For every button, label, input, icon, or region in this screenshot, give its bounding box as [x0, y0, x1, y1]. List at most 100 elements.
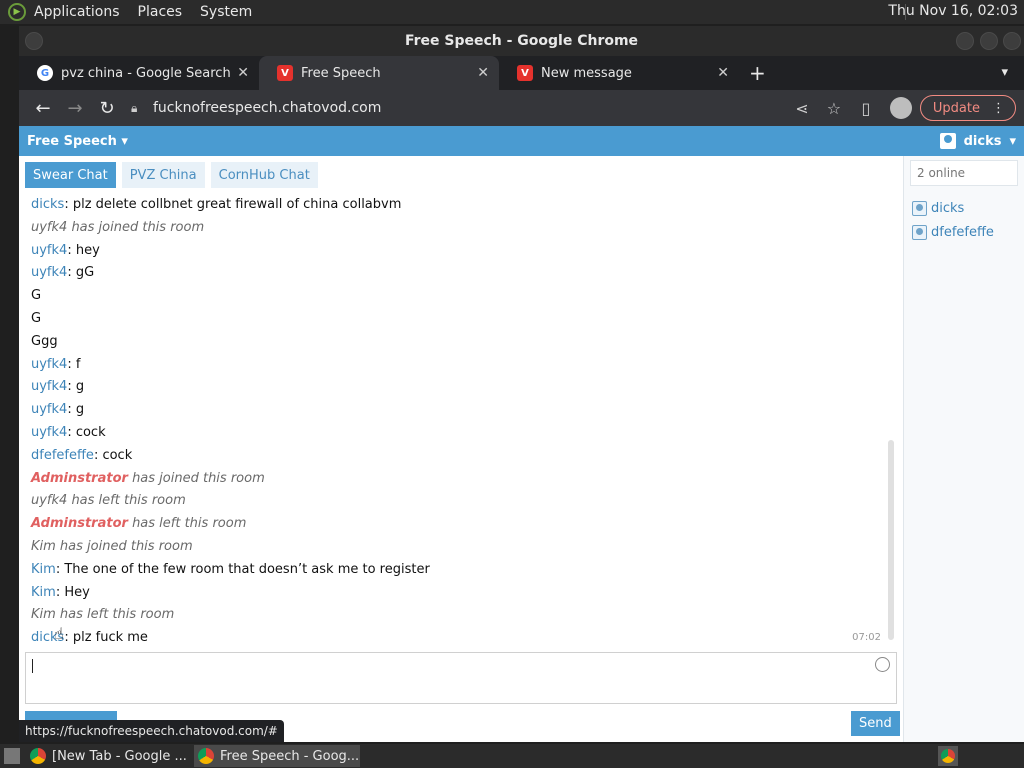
chrome-icon — [30, 748, 46, 764]
message-nick[interactable]: uyfk4 — [31, 402, 67, 417]
lock-icon[interactable]: 🔒︎ — [131, 101, 145, 116]
places-menu[interactable]: Places — [138, 4, 183, 20]
chatovod-icon: V — [277, 65, 293, 81]
close-window-icon[interactable] — [1003, 32, 1021, 50]
system-menu[interactable]: System — [200, 4, 252, 20]
mouse-cursor-icon: ☝ — [54, 624, 64, 643]
message-nick[interactable]: uyfk4 — [31, 265, 67, 280]
message-text: hey — [75, 242, 100, 258]
room-tabs: Swear Chat PVZ China CornHub Chat — [25, 162, 318, 188]
close-tab-icon[interactable]: ✕ — [717, 65, 729, 81]
room-tab-swear-chat[interactable]: Swear Chat — [25, 162, 116, 188]
link-status-bubble: https://fucknofreespeech.chatovod.com/# — [19, 720, 284, 742]
minimize-icon[interactable] — [956, 32, 974, 50]
user-list-item[interactable]: dfefefeffe — [912, 222, 994, 242]
message-nick[interactable]: Kim — [31, 562, 56, 577]
chatovod-icon: V — [517, 65, 533, 81]
side-panel-icon[interactable]: ▯ — [850, 99, 882, 118]
share-icon[interactable]: ⋖ — [786, 99, 818, 118]
clock[interactable]: Thu Nov 16, 02:03 — [888, 3, 1018, 19]
emoji-icon[interactable] — [875, 657, 890, 672]
close-tab-icon[interactable]: ✕ — [477, 65, 489, 81]
chat-message: uyfk4: g — [31, 379, 85, 395]
chat-message: uyfk4 has left this room — [31, 490, 891, 513]
top-panel: ▶ Applications Places System Thu Nov 16,… — [0, 0, 1024, 24]
reload-icon[interactable]: ↻ — [91, 98, 123, 119]
tab-title: New message — [541, 65, 632, 81]
window-titlebar[interactable]: Free Speech - Google Chrome — [19, 26, 1024, 56]
kebab-menu-icon[interactable]: ⋮ — [992, 101, 1005, 116]
message-nick[interactable]: Kim — [31, 585, 56, 600]
chat-message: Kim has left this room — [31, 604, 891, 627]
new-tab-icon[interactable]: + — [749, 56, 766, 90]
tab-new-message[interactable]: V New message ✕ — [499, 56, 739, 90]
chevron-down-icon: ▾ — [1009, 133, 1016, 149]
user-icon — [912, 200, 927, 216]
room-tab-pvz-china[interactable]: PVZ China — [121, 162, 205, 188]
bookmark-star-icon[interactable]: ☆ — [818, 99, 850, 118]
send-button[interactable]: Send — [851, 711, 900, 736]
back-icon[interactable]: ← — [27, 98, 59, 119]
message-nick[interactable]: uyfk4 — [31, 357, 67, 372]
admin-nick[interactable]: Adminstrator — [31, 516, 128, 531]
maximize-icon[interactable] — [980, 32, 998, 50]
google-icon: G — [37, 65, 53, 81]
chat-message: Adminstrator has left this room — [31, 513, 891, 536]
room-title: Free Speech — [27, 133, 117, 149]
message-text: G — [31, 288, 42, 304]
site-header: Free Speech ▾ dicks ▾ — [19, 126, 1024, 156]
username: dicks — [963, 133, 1002, 149]
message-nick[interactable]: dicks — [31, 197, 64, 212]
chat-message: dicks: plz delete collbnet great firewal… — [31, 197, 402, 212]
message-nick[interactable]: dfefefeffe — [31, 448, 94, 463]
message-text: gG — [75, 265, 95, 281]
chat-message: uyfk4: hey — [31, 242, 100, 258]
scroll-thumb[interactable] — [888, 440, 894, 640]
message-text: has joined this room — [132, 470, 265, 486]
message-input[interactable] — [25, 652, 897, 704]
taskbar-item[interactable]: [New Tab - Google ... — [26, 745, 192, 767]
user-icon — [912, 224, 927, 240]
chat-message: Kim: The one of the few room that doesn’… — [31, 561, 430, 577]
distro-logo-icon[interactable]: ▶ — [8, 3, 26, 21]
message-nick[interactable]: uyfk4 — [31, 425, 67, 440]
tab-free-speech[interactable]: V Free Speech ✕ — [259, 56, 499, 90]
user-menu[interactable]: dicks ▾ — [939, 133, 1016, 149]
chat-area: Swear Chat PVZ China CornHub Chat dicks:… — [19, 156, 903, 742]
chat-message: Kim has joined this room — [31, 536, 891, 559]
forward-icon[interactable]: → — [59, 98, 91, 119]
user-list-item[interactable]: dicks — [912, 198, 964, 218]
tab-search-chevron-icon[interactable]: ▾ — [1001, 65, 1008, 80]
admin-nick[interactable]: Adminstrator — [31, 471, 128, 486]
url-text[interactable]: fucknofreespeech.chatovod.com — [153, 100, 381, 116]
message-text: Kim has left this room — [31, 607, 175, 623]
chrome-icon — [941, 749, 955, 763]
room-dropdown[interactable]: Free Speech ▾ — [27, 134, 128, 149]
profile-avatar[interactable] — [889, 97, 912, 119]
message-text: plz delete collbnet great firewall of ch… — [72, 197, 402, 212]
show-desktop-icon[interactable] — [4, 748, 20, 764]
message-scrollbar[interactable] — [887, 194, 895, 650]
online-count: 2 online — [910, 160, 1018, 186]
taskbar-item[interactable]: Free Speech - Goog... — [194, 745, 360, 767]
address-bar[interactable]: 🔒︎ fucknofreespeech.chatovod.com — [131, 94, 786, 122]
update-button[interactable]: Update ⋮ — [919, 95, 1016, 121]
message-text: The one of the few room that doesn’t ask… — [64, 561, 430, 577]
window-menu-icon[interactable] — [25, 32, 43, 50]
room-tab-cornhub-chat[interactable]: CornHub Chat — [210, 162, 318, 188]
message-text: f — [75, 356, 81, 372]
tray-chrome-icon[interactable] — [938, 746, 958, 766]
chat-message: G — [31, 285, 891, 308]
applications-menu[interactable]: Applications — [34, 4, 120, 20]
chrome-icon — [198, 748, 214, 764]
tab-pvz-china[interactable]: G pvz china - Google Search ✕ — [19, 56, 259, 90]
message-nick[interactable]: uyfk4 — [31, 379, 67, 394]
browser-window: Free Speech - Google Chrome G pvz china … — [19, 26, 1024, 742]
user-name[interactable]: dfefefeffe — [931, 225, 994, 240]
taskbar-item-label: [New Tab - Google ... — [52, 748, 187, 764]
message-nick[interactable]: uyfk4 — [31, 243, 67, 258]
message-text: has left this room — [132, 516, 247, 532]
close-tab-icon[interactable]: ✕ — [237, 65, 249, 81]
user-name[interactable]: dicks — [931, 201, 964, 216]
chat-message: uyfk4: f — [31, 356, 81, 372]
